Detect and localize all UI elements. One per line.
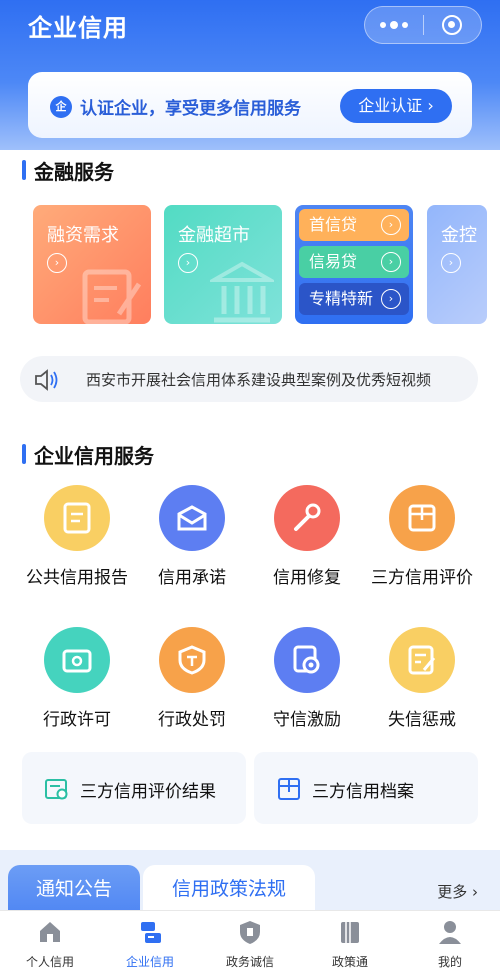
tab-label: 个人信用 (25, 955, 74, 969)
envelope-icon (159, 485, 225, 551)
more-link[interactable]: 更多 › (437, 881, 478, 902)
license-icon (44, 627, 110, 693)
news-tabs: 通知公告 信用政策法规 更多 › (0, 850, 500, 915)
service-administrative-penalty[interactable]: 行政处罚 (137, 627, 247, 730)
third-party-evaluation-results-tile[interactable]: 三方信用评价结果 (22, 752, 246, 824)
tab-enterprise-credit[interactable]: 企业信用 (100, 919, 200, 970)
certification-text: 认证企业，享受更多信用服务 (80, 99, 301, 119)
tile-label: 三方信用评价结果 (80, 782, 216, 802)
more-icon[interactable] (365, 21, 423, 29)
header: 企业信用 企 认证企业，享受更多信用服务 企业认证 › (0, 0, 500, 150)
wrench-icon (274, 485, 340, 551)
tab-label: 政务诚信 (225, 955, 274, 969)
third-party-credit-archive-tile[interactable]: 三方信用档案 (254, 752, 478, 824)
service-trust-incentive[interactable]: 守信激励 (252, 627, 362, 730)
enterprise-cert-button[interactable]: 企业认证 › (340, 89, 452, 123)
service-label: 公共信用报告 (26, 568, 128, 588)
service-label: 三方信用评价 (371, 568, 473, 588)
chevron-right-icon: › (47, 253, 67, 273)
service-third-party-evaluation[interactable]: 三方信用评价 (367, 485, 477, 588)
tab-notice[interactable]: 通知公告 (8, 865, 140, 915)
financing-demand-card[interactable]: 融资需求 › (33, 205, 151, 324)
service-public-credit-report[interactable]: 公共信用报告 (22, 485, 132, 588)
loan-label: 专精特新 (309, 289, 374, 308)
finance-market-card[interactable]: 金融超市 › (164, 205, 282, 324)
page-title: 企业信用 (28, 14, 128, 42)
card-label: 金融超市 (178, 225, 250, 246)
service-label: 信用承诺 (158, 568, 226, 588)
box-icon (389, 485, 455, 551)
card-label: 金控 (441, 225, 477, 246)
loan-item-shouxindai[interactable]: 首信贷 › (299, 209, 409, 241)
bottom-tab-bar: 个人信用 企业信用 政务诚信 政策通 我的 (0, 910, 500, 979)
tab-personal-credit[interactable]: 个人信用 (0, 919, 100, 970)
medal-icon (274, 627, 340, 693)
document-pen-icon (82, 269, 142, 324)
chevron-right-icon: › (178, 253, 198, 273)
tile-label: 三方信用档案 (312, 782, 414, 802)
chevron-right-icon: › (381, 252, 401, 272)
report-icon (44, 485, 110, 551)
service-administrative-license[interactable]: 行政许可 (22, 627, 132, 730)
service-label: 守信激励 (273, 710, 341, 730)
loan-item-xinyidai[interactable]: 信易贷 › (299, 246, 409, 278)
tab-label: 政策通 (331, 955, 368, 969)
notice-text: 西安市开展社会信用体系建设典型案例及优秀短视频 (86, 371, 432, 389)
doc-edit-icon (389, 627, 455, 693)
credit-section-title: 企业信用服务 (22, 440, 154, 469)
speaker-icon (35, 369, 58, 391)
finance-section-title: 金融服务 (22, 156, 114, 185)
tab-government-integrity[interactable]: 政务诚信 (200, 919, 300, 970)
archive-icon (278, 778, 300, 800)
user-icon (439, 921, 461, 944)
loan-products-card: 首信贷 › 信易贷 › 专精特新 › (295, 205, 413, 324)
service-label: 行政处罚 (158, 710, 226, 730)
loan-label: 信易贷 (309, 252, 358, 271)
chevron-right-icon: › (381, 215, 401, 235)
service-credit-commitment[interactable]: 信用承诺 (137, 485, 247, 588)
service-label: 信用修复 (273, 568, 341, 588)
enterprise-badge-icon: 企 (50, 96, 72, 118)
chevron-right-icon: › (441, 253, 461, 273)
certificate-icon (45, 779, 68, 800)
service-dishonesty-punishment[interactable]: 失信惩戒 (367, 627, 477, 730)
card-label: 融资需求 (47, 225, 119, 246)
close-target-icon[interactable] (423, 15, 481, 35)
main-content: 金融服务 融资需求 › 金融超市 › 首信贷 › 信易贷 › 专精特新 › 金控… (0, 150, 500, 910)
mini-program-capsule (364, 6, 482, 44)
tab-label: 我的 (437, 955, 462, 969)
finance-control-card[interactable]: 金控 › (427, 205, 487, 324)
tab-label: 企业信用 (125, 955, 174, 969)
tab-credit-policy[interactable]: 信用政策法规 (143, 865, 315, 915)
home-icon (40, 922, 60, 942)
notice-marquee[interactable]: 西安市开展社会信用体系建设典型案例及优秀短视频 (20, 356, 478, 402)
enterprise-icon (141, 922, 161, 943)
shield-icon (159, 627, 225, 693)
loan-label: 首信贷 (309, 215, 358, 234)
certification-banner: 企 认证企业，享受更多信用服务 企业认证 › (28, 72, 472, 138)
bank-icon (210, 261, 274, 323)
shield-icon (240, 921, 260, 944)
tab-policy[interactable]: 政策通 (300, 919, 400, 970)
service-credit-repair[interactable]: 信用修复 (252, 485, 362, 588)
service-label: 失信惩戒 (388, 710, 456, 730)
tab-mine[interactable]: 我的 (400, 919, 500, 970)
service-label: 行政许可 (43, 710, 111, 730)
chevron-right-icon: › (381, 289, 401, 309)
book-icon (341, 922, 359, 943)
loan-item-zhuanjingtexin[interactable]: 专精特新 › (299, 283, 409, 315)
